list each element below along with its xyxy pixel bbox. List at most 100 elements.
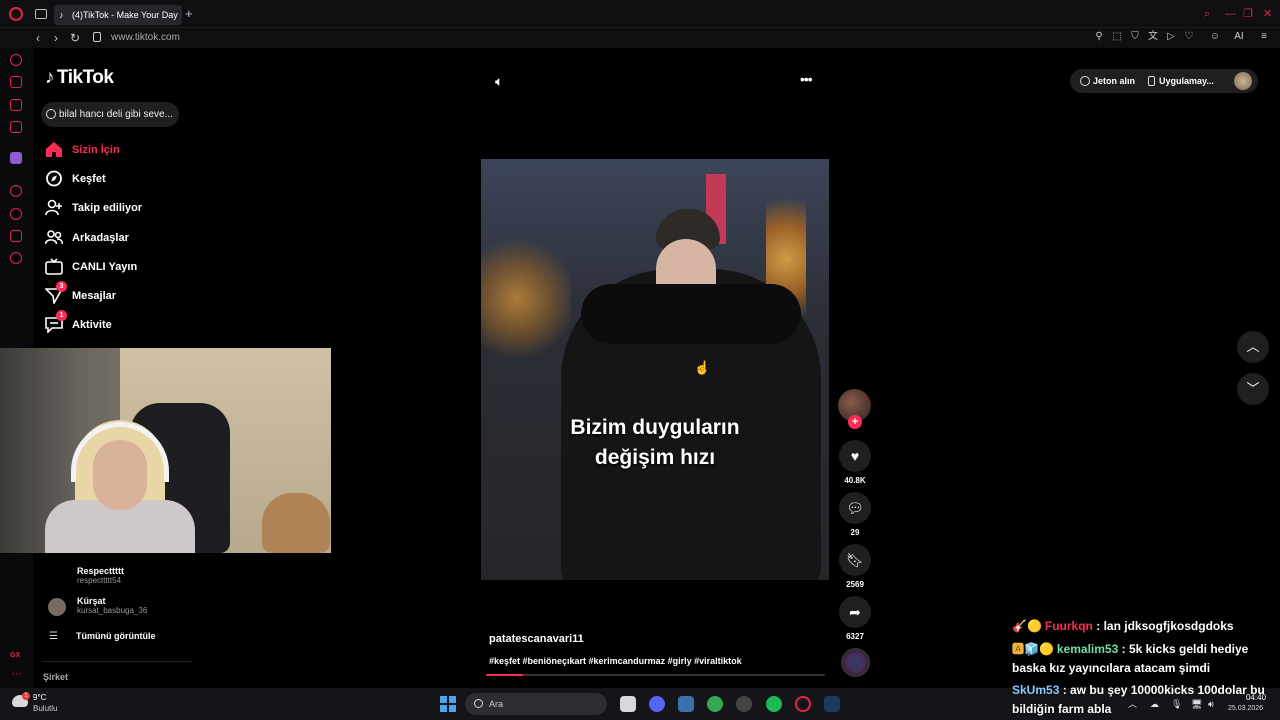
video-author[interactable]: patatescanavari11 — [489, 632, 584, 646]
search-icon — [474, 699, 483, 708]
workspaces-icon[interactable] — [35, 9, 47, 19]
activity-badge: 1 — [56, 310, 67, 321]
profile-avatar[interactable] — [1234, 72, 1252, 90]
get-coins-button[interactable]: Jeton alın — [1093, 69, 1135, 93]
weather-temp[interactable]: 9°C — [33, 693, 46, 703]
video-progress-bar[interactable] — [486, 674, 825, 676]
nav-label-friends: Arkadaşlar — [72, 232, 129, 244]
nav-item-live[interactable]: CANLI Yayın — [45, 256, 185, 278]
next-video-button[interactable]: ﹀ — [1237, 373, 1269, 405]
gx-logo: GX — [10, 652, 21, 659]
like-count: 40.8K — [844, 476, 866, 485]
follow-plus-icon[interactable]: + — [848, 415, 862, 429]
profile-icon[interactable]: ☺ — [1209, 31, 1221, 43]
share-icon: ➦ — [849, 604, 861, 620]
logo-text: TikTok — [57, 67, 114, 88]
more-icon[interactable]: ··· — [11, 668, 22, 680]
video-hashtags[interactable]: #keşfet #beniöneçıkart #kerimcandurmaz #… — [489, 655, 742, 667]
account-handle: kursat_basbuga_36 — [77, 606, 148, 615]
chat-message: SkUm53 : aw bu şey 10000kicks 100dolar b… — [1012, 681, 1278, 719]
nav-item-explore[interactable]: Keşfet — [45, 168, 185, 190]
save-button[interactable]: 🔖︎ — [839, 544, 871, 576]
nav-item-for-you[interactable]: Sizin İçin — [45, 139, 185, 161]
get-app-button[interactable]: Uygulamay... — [1159, 69, 1219, 93]
history-icon[interactable] — [10, 208, 22, 220]
minimize-icon[interactable]: — — [1225, 7, 1236, 21]
menu-icon[interactable]: ≡ — [1258, 31, 1270, 43]
comment-button[interactable]: 💬︎ — [839, 492, 871, 524]
screen: ♪ (4)TikTok - Make Your Day + ⌕ — ❐ ✕ ‹ … — [0, 0, 1280, 720]
tiktok-logo[interactable]: ♪ TikTok — [45, 67, 114, 89]
like-button[interactable]: ♥ — [839, 440, 871, 472]
reload-icon[interactable]: ↻ — [70, 30, 80, 46]
mail-icon[interactable] — [10, 121, 22, 133]
account-item[interactable]: Respecttttt respecttttt54 — [48, 565, 198, 591]
opera-logo-icon[interactable] — [9, 7, 23, 21]
nav-item-following[interactable]: Takip ediliyor — [45, 197, 185, 219]
volume-icon[interactable]: 🔈︎ — [495, 74, 503, 88]
spotify-icon[interactable] — [766, 696, 782, 712]
chat-text: : lan jdksogfjkosdgdoks — [1096, 619, 1234, 633]
caption-line-1: Bizim duyguların — [570, 416, 740, 439]
view-all-label: Tümünü görüntüle — [76, 631, 156, 641]
steam-icon[interactable] — [824, 696, 840, 712]
close-icon[interactable]: ✕ — [1263, 7, 1272, 21]
headset — [71, 422, 169, 482]
search-input[interactable]: bilal hancı deli gibi seve... — [41, 102, 179, 127]
compass-icon — [46, 170, 62, 187]
settings-icon[interactable] — [10, 252, 22, 264]
player-sidebar-icon[interactable] — [10, 185, 22, 197]
taskbar-search-placeholder: Ara — [489, 699, 504, 709]
share-count: 6327 — [846, 632, 864, 641]
ai-label: AI — [1234, 31, 1244, 42]
address-bar: ‹ › ↻ www.tiktok.com ⚲ ⬚ ⛉ 文 ▷ ♡ ☺ AI ≡ — [0, 28, 1280, 48]
url-field[interactable]: www.tiktok.com — [111, 31, 180, 45]
nav-label-following: Takip ediliyor — [72, 202, 143, 214]
previous-video-button[interactable]: ︿ — [1237, 331, 1269, 363]
caption-line-2: değişim hızı — [594, 446, 716, 469]
chat-message: 🎸🟡 Fuurkqn : lan jdksogfjkosdgdoks — [1012, 617, 1278, 636]
tab-tiktok[interactable]: ♪ (4)TikTok - Make Your Day — [54, 5, 182, 25]
forward-icon[interactable]: › — [54, 30, 58, 46]
messages-badge: 3 — [56, 281, 67, 292]
share-button[interactable]: ➦ — [839, 596, 871, 628]
nav-item-messages[interactable]: 3 Mesajlar — [45, 281, 185, 307]
app-icon[interactable] — [678, 696, 694, 712]
nav-label-activity: Aktivite — [72, 319, 112, 331]
snapshot-icon[interactable]: ⬚ — [1111, 31, 1123, 43]
shield-icon[interactable]: ⛉ — [1129, 31, 1141, 43]
pin-icon[interactable]: ⚲ — [1093, 31, 1105, 43]
file-explorer-icon[interactable] — [620, 696, 636, 712]
nav-item-activity[interactable]: 1 Aktivite — [45, 310, 185, 336]
account-item[interactable]: Kürşat kursat_basbuga_36 — [48, 595, 198, 621]
shop-icon[interactable] — [10, 76, 22, 88]
lock-icon — [93, 32, 101, 42]
aria-ai-button[interactable]: AI — [1229, 31, 1249, 43]
app-icon[interactable] — [736, 696, 752, 712]
twitch-icon[interactable] — [10, 152, 22, 164]
windows-start-icon[interactable] — [440, 696, 456, 712]
taskbar-search-input[interactable]: Ara — [465, 693, 607, 715]
comment-icon: 💬︎ — [846, 500, 864, 516]
messenger-icon[interactable] — [10, 99, 22, 111]
opera-gx-icon[interactable] — [795, 696, 811, 712]
more-options-icon[interactable]: ••• — [800, 72, 813, 86]
heart-icon[interactable]: ♡ — [1183, 31, 1195, 43]
translate-icon[interactable]: 文 — [1147, 31, 1159, 43]
new-tab-button[interactable]: + — [185, 6, 193, 22]
nav-label-messages: Mesajlar — [72, 290, 117, 302]
pinboard-icon[interactable] — [10, 230, 22, 242]
discord-icon[interactable] — [649, 696, 665, 712]
back-icon[interactable]: ‹ — [36, 30, 40, 46]
player-icon[interactable]: ▷ — [1165, 31, 1177, 43]
speed-dial-icon[interactable] — [10, 54, 22, 66]
restore-icon[interactable]: ❐ — [1243, 7, 1253, 21]
music-disc-icon[interactable] — [841, 648, 870, 677]
chrome-icon[interactable] — [707, 696, 723, 712]
city-lights — [481, 239, 571, 359]
nav-item-friends[interactable]: Arkadaşlar — [45, 227, 185, 249]
video-player[interactable]: Bizim duyguların değişim hızı — [481, 159, 829, 580]
top-actions: Jeton alın Uygulamay... — [1070, 69, 1258, 93]
search-tabs-icon[interactable]: ⌕ — [1204, 7, 1210, 21]
chat-message: 🅰🧊🟡 kemalim53 : 5k kicks geldi hediye bas… — [1012, 640, 1278, 678]
